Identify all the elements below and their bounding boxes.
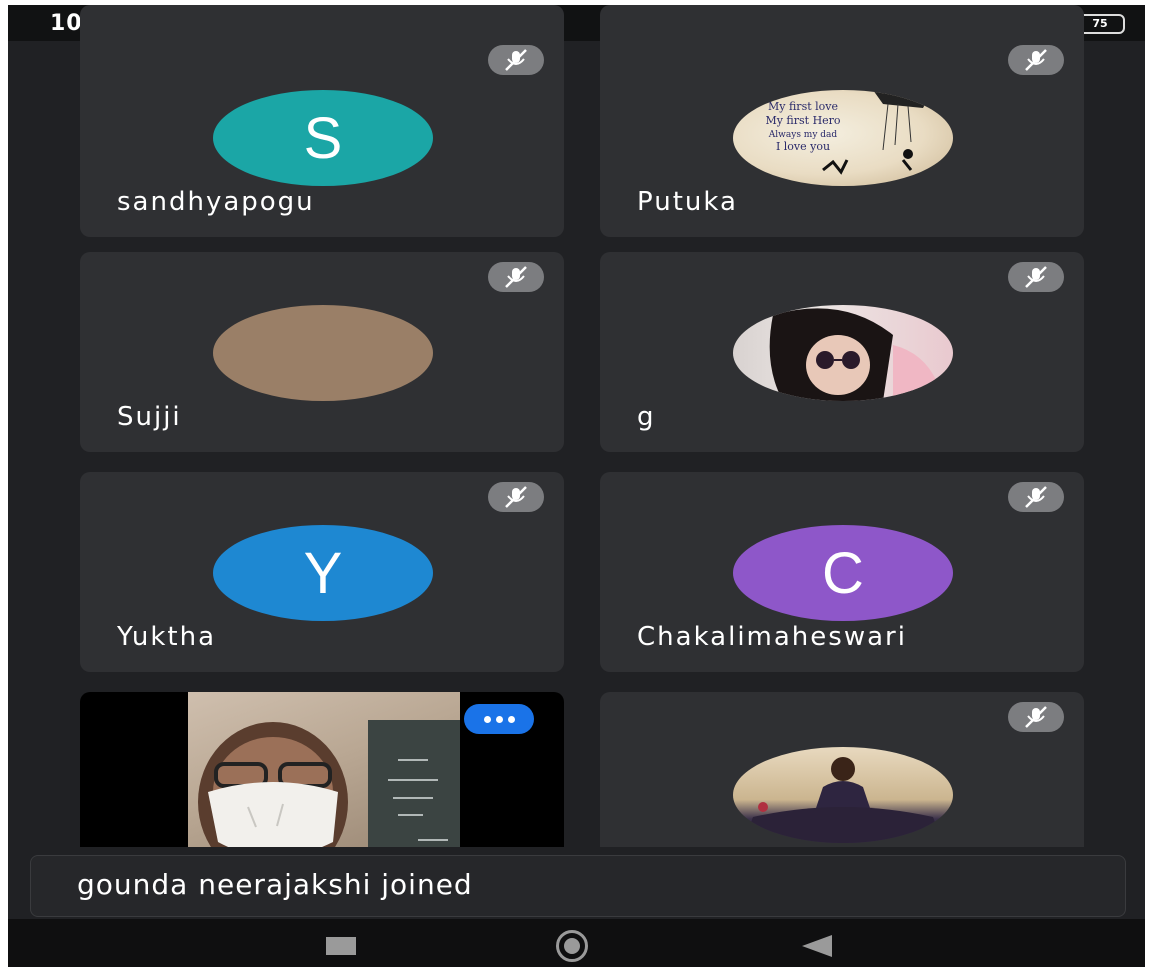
self-video-tile[interactable]: [80, 692, 564, 847]
mic-off-icon: [488, 45, 544, 75]
avatar-photo: [733, 305, 953, 401]
nav-back-triangle-icon[interactable]: [802, 935, 832, 957]
mic-off-icon: [488, 262, 544, 292]
participant-tile[interactable]: C Chakalimaheswari: [600, 472, 1084, 672]
participant-tile[interactable]: S sandhyapogu: [80, 5, 564, 237]
meet-screen: 10:16 AM ••• VoLTE 4G 75 S sandhyapogu M…: [8, 5, 1145, 967]
mic-off-icon: [1008, 482, 1064, 512]
participant-name: Sujji: [117, 402, 182, 432]
more-options-button[interactable]: [464, 704, 534, 734]
participant-name: Chakalimaheswari: [637, 622, 907, 652]
participant-tile[interactable]: My first love My first Hero Always my da…: [600, 5, 1084, 237]
participant-tile[interactable]: [600, 692, 1084, 847]
avatar: [213, 305, 433, 401]
avatar: S: [213, 90, 433, 186]
nav-home-icon[interactable]: [556, 930, 588, 962]
avatar-photo: My first love My first Hero Always my da…: [733, 90, 953, 186]
avatar: Y: [213, 525, 433, 621]
join-notification: gounda neerajakshi joined: [30, 855, 1126, 917]
camera-video: [188, 692, 460, 847]
avatar-photo: [733, 747, 953, 843]
dot: [507, 715, 515, 723]
android-nav-bar: [8, 919, 1145, 967]
participant-name: sandhyapogu: [117, 187, 315, 217]
photo-caption-3: Always my dad: [768, 130, 838, 140]
join-notification-text: gounda neerajakshi joined: [77, 868, 473, 901]
avatar: C: [733, 525, 953, 621]
nav-square-icon[interactable]: [326, 937, 356, 955]
photo-caption-2: My first Hero: [765, 114, 840, 127]
participant-name: g: [637, 402, 656, 432]
participant-tile[interactable]: Y Yuktha: [80, 472, 564, 672]
mic-off-icon: [1008, 45, 1064, 75]
photo-caption-4: I love you: [776, 140, 830, 153]
participant-name: Putuka: [637, 187, 738, 217]
participant-tile[interactable]: Sujji: [80, 252, 564, 452]
mic-off-icon: [488, 482, 544, 512]
mic-off-icon: [1008, 702, 1064, 732]
participant-name: Yuktha: [117, 622, 217, 652]
mic-off-icon: [1008, 262, 1064, 292]
photo-caption-1: My first love: [768, 100, 838, 113]
dot: [495, 715, 503, 723]
participant-tile[interactable]: g: [600, 252, 1084, 452]
dot: [483, 715, 491, 723]
